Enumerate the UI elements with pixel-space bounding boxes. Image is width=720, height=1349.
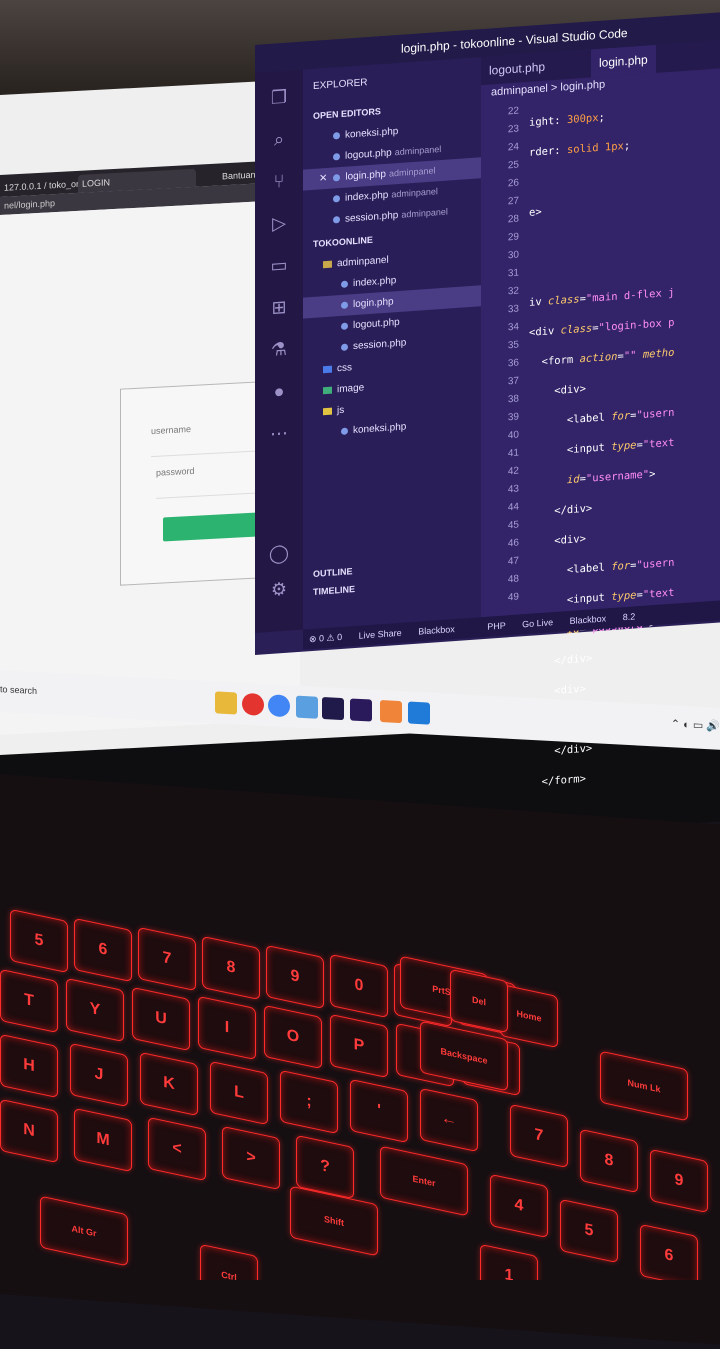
key-3-3[interactable]: > xyxy=(222,1125,280,1191)
key-2-0[interactable]: H xyxy=(0,1033,58,1099)
key-extra-7[interactable]: Del xyxy=(450,968,508,1034)
key-extra-5[interactable]: Home xyxy=(500,983,558,1049)
key-2-5[interactable]: ' xyxy=(350,1078,408,1144)
key-extra-14[interactable]: 6 xyxy=(640,1223,698,1280)
key-extra-12[interactable]: 4 xyxy=(490,1173,548,1239)
key-3-1[interactable]: M xyxy=(74,1107,132,1173)
key-2-2[interactable]: K xyxy=(140,1051,198,1117)
key-0-2[interactable]: 7 xyxy=(138,926,196,992)
key-1-5[interactable]: P xyxy=(330,1013,388,1079)
key-extra-4[interactable]: Ctrl xyxy=(200,1243,258,1280)
key-2-6[interactable]: ← xyxy=(420,1087,478,1153)
key-1-2[interactable]: U xyxy=(132,986,190,1052)
key-extra-11[interactable]: 9 xyxy=(650,1148,708,1214)
key-2-1[interactable]: J xyxy=(70,1042,128,1108)
key-extra-8[interactable]: Num Lk xyxy=(600,1050,688,1122)
key-extra-1[interactable]: Enter xyxy=(380,1145,468,1217)
key-extra-10[interactable]: 8 xyxy=(580,1128,638,1194)
key-1-4[interactable]: O xyxy=(264,1004,322,1070)
key-0-0[interactable]: 5 xyxy=(10,908,68,974)
key-extra-15[interactable]: 1 xyxy=(480,1243,538,1280)
key-1-1[interactable]: Y xyxy=(66,977,124,1043)
key-1-3[interactable]: I xyxy=(198,995,256,1061)
key-2-3[interactable]: L xyxy=(210,1060,268,1126)
key-0-4[interactable]: 9 xyxy=(266,944,324,1010)
key-extra-9[interactable]: 7 xyxy=(510,1103,568,1169)
key-0-3[interactable]: 8 xyxy=(202,935,260,1001)
key-0-1[interactable]: 6 xyxy=(74,917,132,983)
key-extra-2[interactable]: Shift xyxy=(290,1185,378,1257)
key-3-2[interactable]: < xyxy=(148,1116,206,1182)
key-extra-3[interactable]: Alt Gr xyxy=(40,1195,128,1267)
key-1-0[interactable]: T xyxy=(0,968,58,1034)
key-3-0[interactable]: N xyxy=(0,1098,58,1164)
key-2-4[interactable]: ; xyxy=(280,1069,338,1135)
key-extra-13[interactable]: 5 xyxy=(560,1198,618,1264)
keyboard-keys: 567890-=TYUIOP[]HJKL;'←NM<>?BackspaceEnt… xyxy=(0,0,720,1280)
key-0-5[interactable]: 0 xyxy=(330,953,388,1019)
